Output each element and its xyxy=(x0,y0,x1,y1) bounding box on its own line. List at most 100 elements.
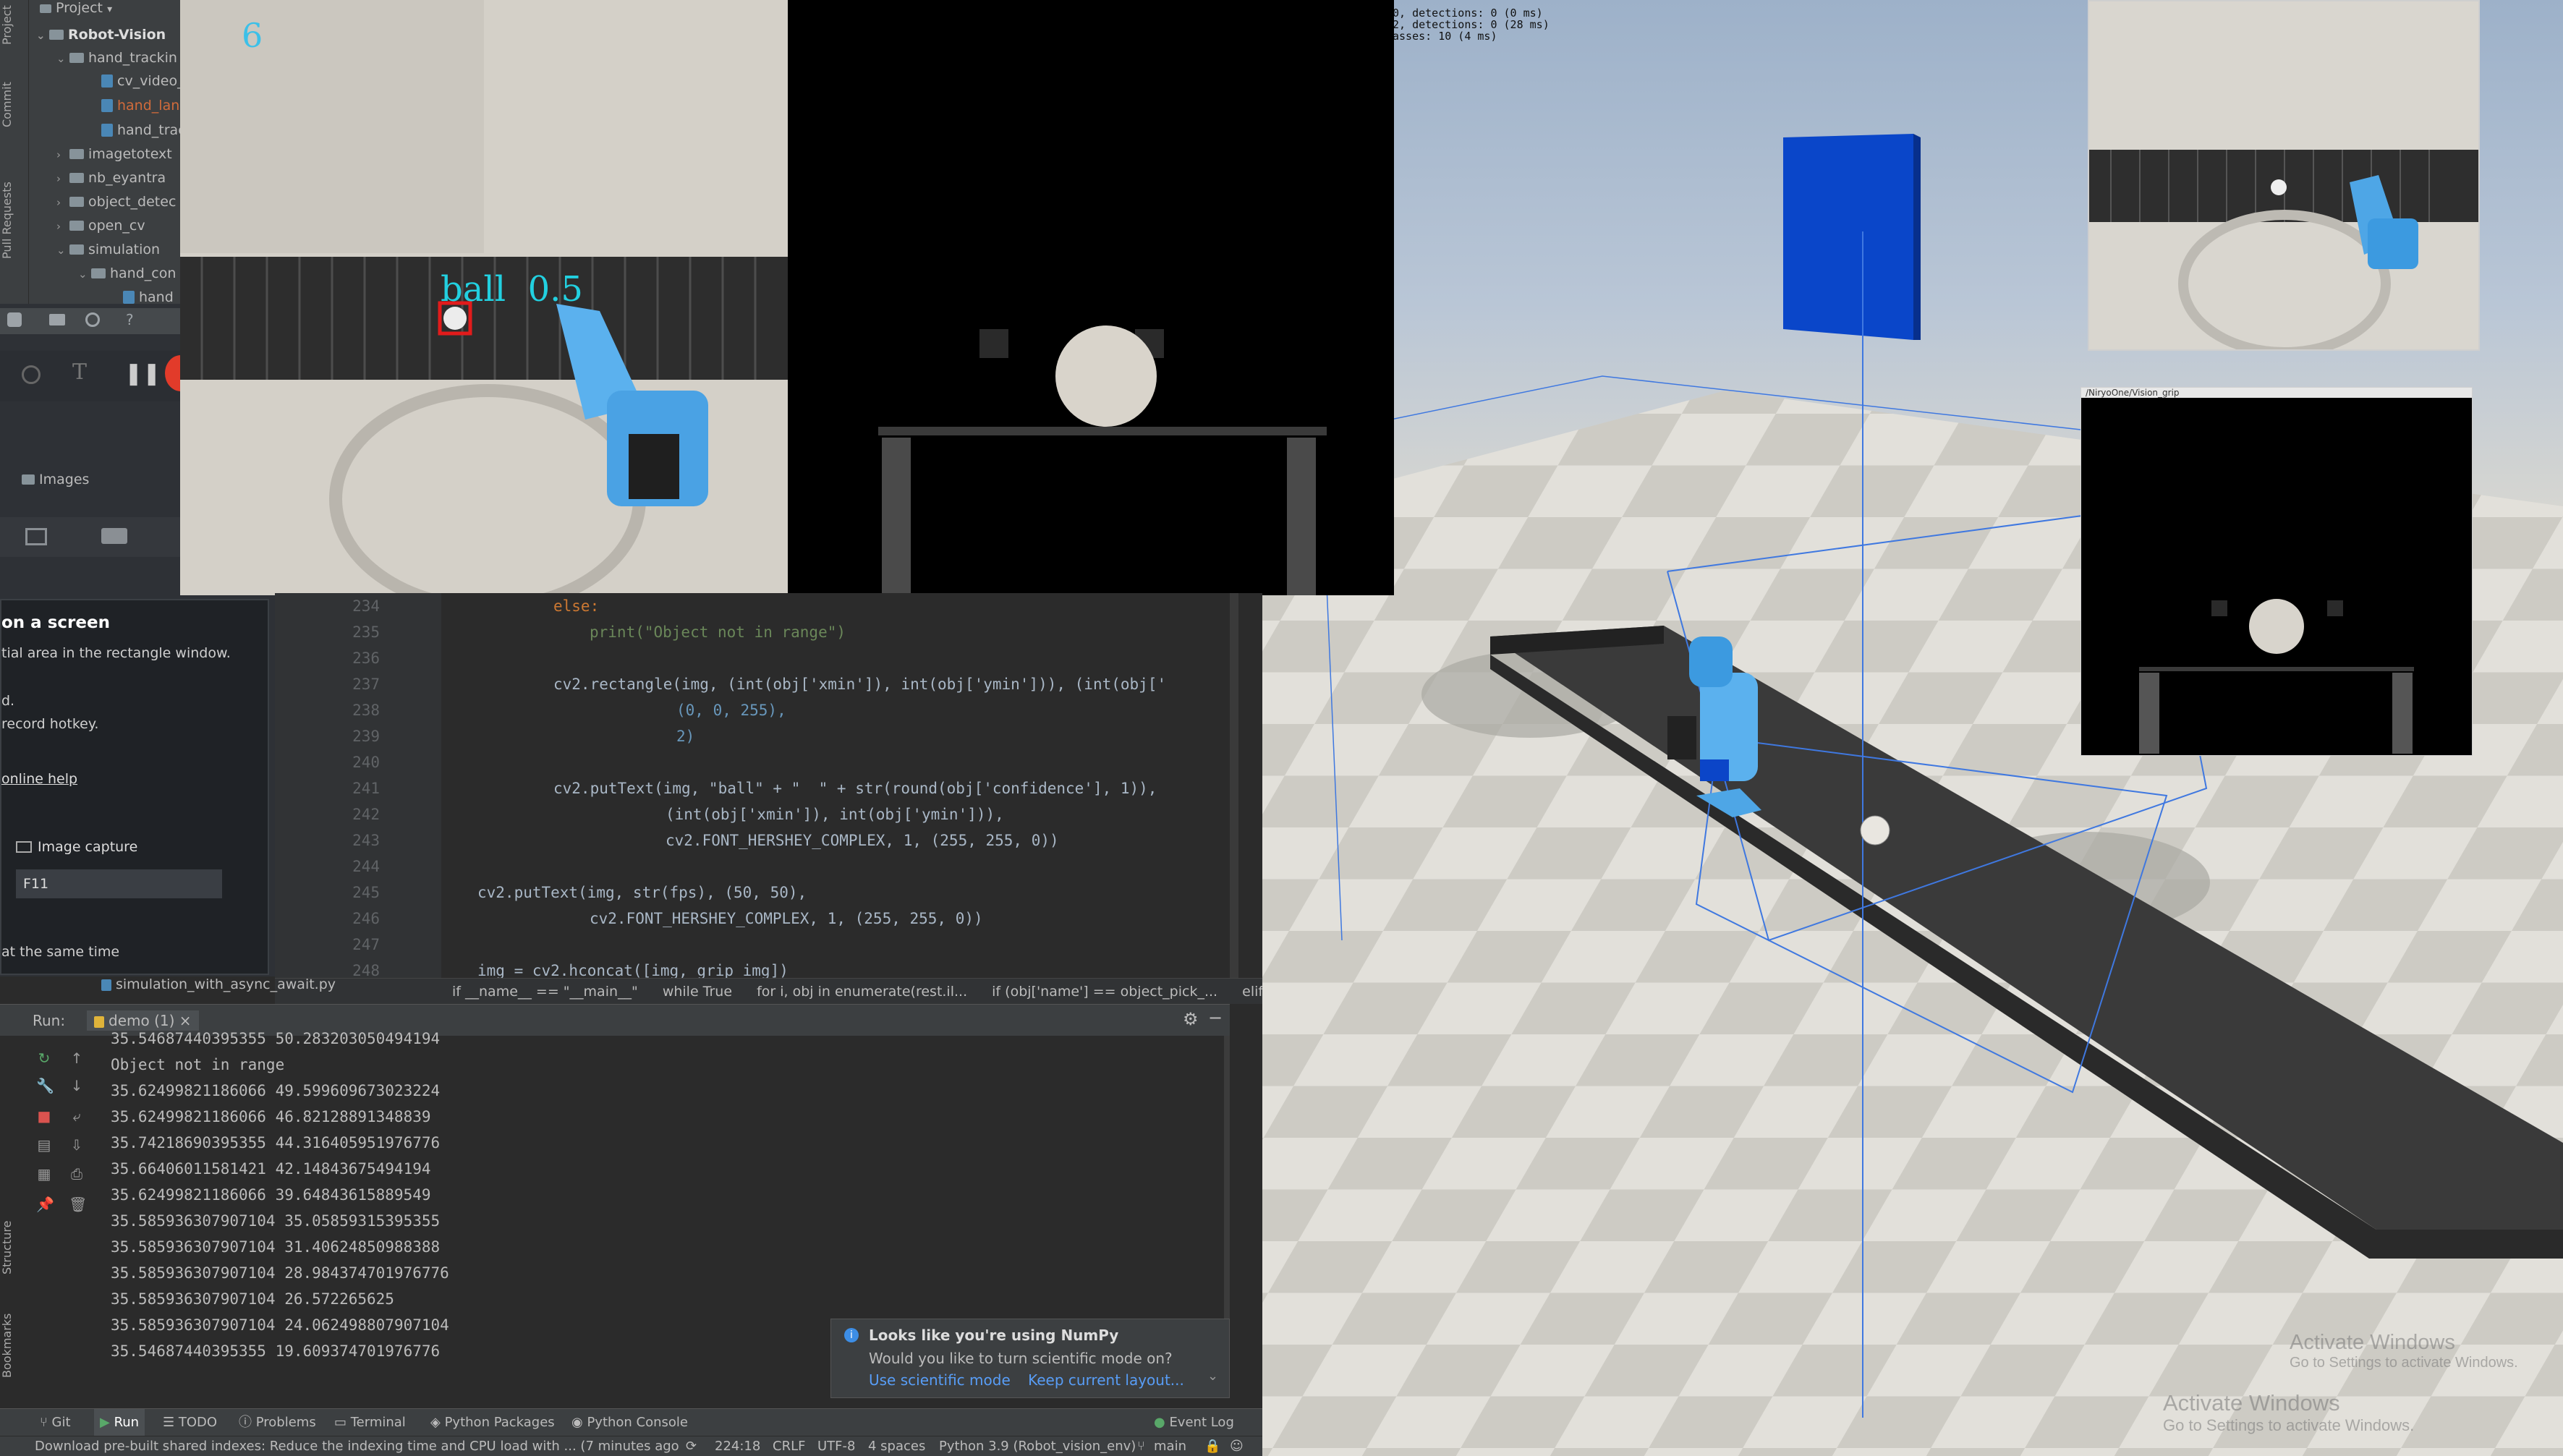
git-branch[interactable]: main xyxy=(1154,1436,1186,1456)
console-line: 35.62499821186066 46.82128891348839 xyxy=(111,1108,431,1125)
vision-grip-window[interactable]: /NiryoOne/Vision_grip xyxy=(2080,387,2473,756)
editor-scrollbar[interactable] xyxy=(1230,593,1238,982)
region-capture-icon[interactable] xyxy=(25,528,47,545)
trash-icon[interactable]: 🗑 xyxy=(69,1196,87,1212)
tree-item-label: hand_trackin xyxy=(88,50,177,66)
lock-icon[interactable] xyxy=(7,312,22,327)
online-help-link[interactable]: online help xyxy=(1,771,77,787)
breadcrumb-item[interactable]: for i, obj in enumerate(rest.il... xyxy=(757,984,967,1000)
code-text: (int(obj['xmin']), int(obj['ymin'])), xyxy=(666,806,1004,823)
project-panel-header[interactable]: Project ▾ xyxy=(40,0,112,19)
minimize-icon[interactable]: − xyxy=(1208,1008,1223,1028)
stop-icon[interactable]: ■ xyxy=(36,1108,52,1124)
code-line: 238 (0, 0, 255), xyxy=(275,697,786,723)
keep-current-layout-link[interactable]: Keep current layout... xyxy=(1028,1371,1184,1389)
hotkey-field[interactable]: F11 xyxy=(16,869,222,898)
chevron-down-icon[interactable]: ⌄ xyxy=(1207,1368,1218,1384)
code-line: 237 cv2.rectangle(img, (int(obj['xmin']),… xyxy=(275,671,1166,697)
tool-tab-run[interactable]: ▶ Run xyxy=(94,1409,145,1436)
breadcrumb-item[interactable]: while True xyxy=(663,984,732,1000)
line-separator[interactable]: CRLF xyxy=(773,1436,805,1456)
tool-tab-problems[interactable]: ⓘ Problems xyxy=(239,1409,316,1436)
tool-tab-terminal[interactable]: ▭ Terminal xyxy=(334,1409,406,1436)
tool-tab-python-packages[interactable]: ◈ Python Packages xyxy=(430,1409,555,1436)
images-section[interactable]: Images xyxy=(22,472,89,488)
scroll-to-end-icon[interactable]: ⇩ xyxy=(69,1137,85,1153)
pull-requests-side-tab[interactable]: Pull Requests xyxy=(0,166,29,275)
status-message[interactable]: Download pre-built shared indexes: Reduc… xyxy=(35,1436,679,1456)
sim-stats-line: 2, detections: 0 (28 ms) xyxy=(1393,18,1550,31)
branch-icon: ⑂ xyxy=(1137,1439,1145,1454)
indent-setting[interactable]: 4 spaces xyxy=(868,1436,925,1456)
window-capture-icon[interactable] xyxy=(101,528,127,544)
layout-icon[interactable]: ▦ xyxy=(36,1166,52,1182)
tree-item[interactable]: hand_trac xyxy=(101,119,186,142)
line-number: 244 xyxy=(352,858,380,875)
console-line: 35.74218690395355 44.316405951976776 xyxy=(111,1134,441,1151)
file-encoding[interactable]: UTF-8 xyxy=(817,1436,855,1456)
tool-tab-python-console[interactable]: ◉ Python Console xyxy=(571,1409,688,1436)
use-scientific-mode-link[interactable]: Use scientific mode xyxy=(869,1371,1011,1389)
bookmarks-side-tab[interactable]: Bookmarks xyxy=(0,1302,29,1389)
commit-side-tab[interactable]: Commit xyxy=(0,72,29,137)
rerun-icon[interactable]: ↻ xyxy=(36,1050,52,1066)
breadcrumb-item[interactable]: if (obj['name'] == object_pick_... xyxy=(992,984,1217,1000)
tool-tab-git[interactable]: ⑂ Git xyxy=(40,1409,71,1436)
help-icon[interactable]: ? xyxy=(126,311,134,328)
settings-gear-icon[interactable]: ⚙ xyxy=(1183,1009,1199,1029)
folder-icon xyxy=(91,268,106,278)
tree-item[interactable]: cv_video_ xyxy=(101,69,184,93)
line-number: 246 xyxy=(352,910,380,927)
tree-item[interactable]: hand_lan xyxy=(101,94,179,117)
console-line: Object not in range xyxy=(111,1056,285,1073)
undo-icon[interactable] xyxy=(22,365,41,384)
image-capture-label: Image capture xyxy=(38,839,138,855)
event-log-icon: ● xyxy=(1154,1415,1170,1430)
tree-item[interactable]: › object_detec xyxy=(56,190,176,213)
project-side-tab[interactable]: Project xyxy=(0,4,29,47)
print-icon[interactable]: ⎙ xyxy=(69,1166,85,1182)
history-icon[interactable] xyxy=(85,312,100,327)
tree-item[interactable]: › imagetotext xyxy=(56,142,172,166)
tool-tab-todo[interactable]: ☰ TODO xyxy=(163,1409,217,1436)
lock-icon[interactable]: 🔒 xyxy=(1204,1436,1220,1456)
arrow-down-icon[interactable]: ↓ xyxy=(69,1078,85,1094)
tree-item[interactable]: › open_cv xyxy=(56,214,145,237)
tree-item[interactable]: ⌄ simulation xyxy=(56,238,160,261)
code-line: 235 print("Object not in range") xyxy=(275,619,846,645)
code-editor[interactable]: 234 else: 235 print("Object not in range")… xyxy=(275,593,1262,982)
python-file-icon xyxy=(101,74,113,88)
layout-icon[interactable]: ▤ xyxy=(36,1137,52,1153)
folder-icon[interactable] xyxy=(49,314,65,325)
camera-view-window[interactable]: 6 ball 0.5 xyxy=(180,0,1394,595)
python-interpreter[interactable]: Python 3.9 (Robot_vision_env) xyxy=(939,1436,1136,1456)
tree-item[interactable]: ⌄ Robot-Vision xyxy=(36,23,166,46)
folder-icon xyxy=(69,149,84,159)
folder-icon xyxy=(49,30,64,40)
terminal-icon: ▭ xyxy=(334,1415,351,1430)
recorder-desc-line: d. xyxy=(1,693,15,709)
packages-icon: ◈ xyxy=(430,1415,445,1430)
wrench-icon[interactable]: 🔧 xyxy=(36,1078,54,1094)
code-text: cv2.rectangle(img, (int(obj['xmin']), in… xyxy=(553,676,1167,693)
open-file-label: simulation_with_async_await.py xyxy=(116,976,336,992)
soft-wrap-icon[interactable]: ⤶ xyxy=(69,1108,85,1124)
console-scrollbar[interactable] xyxy=(1224,1036,1230,1354)
tree-item[interactable]: › nb_eyantra xyxy=(56,166,166,190)
tool-tab-event-log[interactable]: ● Event Log xyxy=(1154,1409,1234,1436)
structure-side-tab[interactable]: Structure xyxy=(0,1208,29,1287)
open-file-tab[interactable]: simulation_with_async_await.py xyxy=(101,976,336,992)
breadcrumb-item[interactable]: if __name__ == "__main__" xyxy=(452,984,638,1000)
text-tool-icon[interactable]: T xyxy=(72,359,87,385)
notifications-icon[interactable]: ☺ xyxy=(1230,1436,1244,1456)
breadcrumb-item[interactable]: elif (xposit xyxy=(1242,984,1262,1000)
line-number: 241 xyxy=(352,780,380,797)
caret-position[interactable]: 224:18 xyxy=(715,1436,760,1456)
tree-item[interactable]: ⌄ hand_trackin xyxy=(56,46,177,69)
keyboard-icon xyxy=(16,841,32,853)
arrow-up-icon[interactable]: ↑ xyxy=(69,1050,85,1066)
pin-icon[interactable]: 📌 xyxy=(36,1196,54,1212)
top-camera-thumbnail[interactable] xyxy=(2088,0,2480,351)
pause-icon[interactable]: ❚❚ xyxy=(124,361,161,386)
tree-item[interactable]: ⌄ hand_con xyxy=(78,262,176,285)
